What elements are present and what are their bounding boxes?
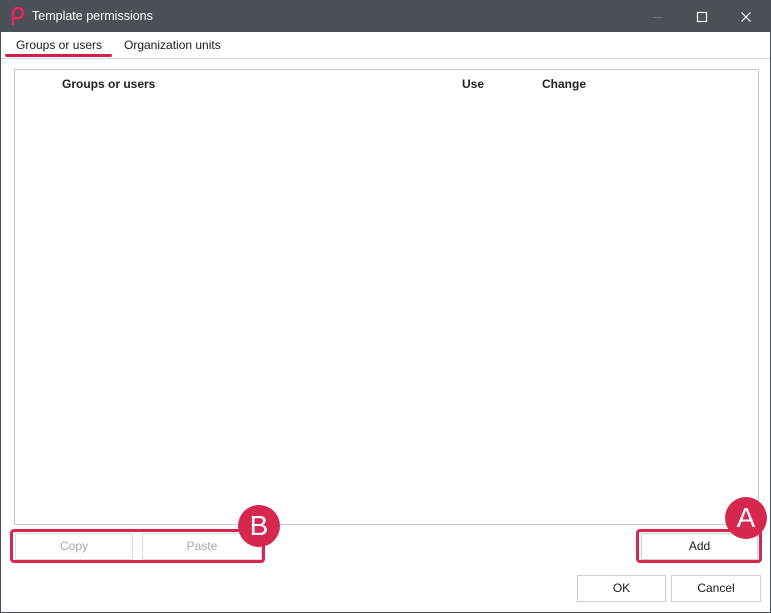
title-bar[interactable]: Template permissions: [1, 1, 770, 32]
minimize-button[interactable]: [635, 1, 681, 32]
window-title: Template permissions: [32, 9, 153, 23]
tab-organization-units[interactable]: Organization units: [124, 38, 221, 52]
close-button[interactable]: [723, 1, 769, 32]
permissions-dialog: Template permissions Groups or users Org…: [0, 0, 771, 613]
highlight-box-b: [10, 529, 265, 563]
column-header-groups-or-users[interactable]: Groups or users: [62, 77, 155, 91]
marker-b: B: [238, 505, 280, 547]
column-header-use[interactable]: Use: [462, 77, 484, 91]
column-header-change[interactable]: Change: [542, 77, 586, 91]
tab-strip: Groups or users Organization units: [1, 32, 770, 59]
permissions-table[interactable]: Groups or users Use Change: [14, 69, 759, 525]
ok-button[interactable]: OK: [577, 575, 666, 602]
maximize-button[interactable]: [679, 1, 725, 32]
tab-groups-or-users[interactable]: Groups or users: [16, 38, 102, 52]
close-icon: [741, 12, 751, 22]
pdf-app-icon: [11, 7, 25, 25]
maximize-icon: [696, 11, 708, 23]
marker-a: A: [725, 497, 767, 539]
cancel-button[interactable]: Cancel: [671, 575, 761, 602]
active-tab-indicator: [5, 54, 112, 57]
minimize-icon: [653, 17, 663, 18]
